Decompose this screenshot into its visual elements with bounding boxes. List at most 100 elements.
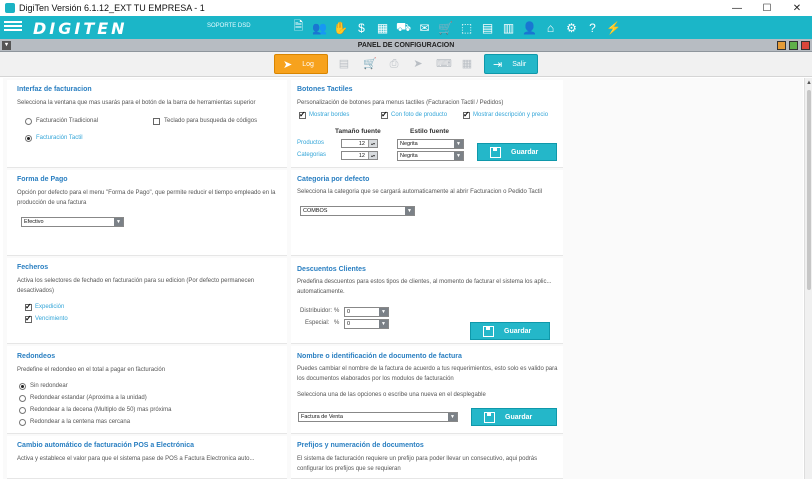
section-title: Nombre o identificación de documento de … — [297, 353, 462, 360]
percent-label: % — [334, 308, 340, 314]
keyboard-icon[interactable]: ⌨ — [436, 58, 452, 70]
cart-icon[interactable]: 🛒 — [363, 58, 377, 70]
radio-facturacion-tradicional[interactable] — [25, 118, 32, 125]
exit-button[interactable]: ⇥ Salir — [484, 54, 538, 74]
radio-redondear-estandar[interactable] — [19, 395, 26, 402]
printer-icon[interactable]: ⎙ — [387, 58, 401, 70]
hamburger-menu-icon[interactable] — [4, 19, 22, 35]
chart-icon[interactable]: ▥ — [500, 19, 517, 36]
section-categoria: Categoria por defecto Selecciona la cate… — [291, 170, 563, 256]
radio-label: Facturación Tradicional — [36, 118, 99, 124]
radio-label: Redondear a la centena mas cercana — [30, 419, 131, 425]
radio-label: Redondear estandar (Aproxima a la unidad… — [30, 395, 147, 401]
checkbox-label: Mostrar bordes — [309, 112, 350, 118]
section-pos: Cambio automático de facturación POS a E… — [7, 436, 287, 479]
guardar-label: Guardar — [505, 413, 533, 421]
scroll-up-icon[interactable]: ▲ — [806, 80, 812, 86]
toolbar-icons: 🗎 👥 ✋ $ ▦ ⛟ ✉ 🛒 ⬚ ▤ ▥ 👤 ⌂ ⚙ ? ⚡ — [290, 19, 622, 36]
panel-maximize-button[interactable] — [789, 41, 798, 50]
section-title: Cambio automático de facturación POS a E… — [17, 442, 194, 449]
panel-minimize-button[interactable] — [777, 41, 786, 50]
section-title: Categoria por defecto — [297, 176, 370, 183]
productos-style-select[interactable]: Negrita ▼ — [397, 139, 464, 149]
gear-icon[interactable]: ⚙ — [563, 19, 580, 36]
nombre-documento-select[interactable]: Factura de Venta ▼ — [298, 412, 458, 422]
panel-toolbar: ➤ Log ▤ 🛒 ⎙ ➤ ⌨ ▦ ⇥ Salir — [0, 52, 812, 77]
scroll-thumb[interactable] — [807, 90, 811, 290]
radio-facturacion-tactil[interactable] — [25, 135, 32, 142]
section-desc: Activa y establece el valor para que el … — [17, 456, 255, 462]
guardar-descuentos-button[interactable]: Guardar — [470, 322, 550, 340]
section-title: Interfaz de facturacion — [17, 86, 92, 93]
money-icon[interactable]: $ — [353, 19, 370, 36]
radio-label: Facturación Tactil — [36, 135, 83, 141]
document-icon[interactable]: ▤ — [337, 58, 351, 70]
categorias-style-select[interactable]: Negrita ▼ — [397, 151, 464, 161]
users-icon[interactable]: 👥 — [311, 19, 328, 36]
checkbox-label: Vencimiento — [35, 316, 68, 322]
distribuidor-label: Distribuidor: — [300, 308, 333, 314]
section-fecheros: Fecheros Activa los selectores de fechad… — [7, 258, 287, 344]
guardar-botones-button[interactable]: Guardar — [477, 143, 557, 161]
maximize-button[interactable]: ☐ — [752, 0, 782, 16]
especial-label: Especial: — [305, 320, 330, 326]
checkbox-descripcion-precio[interactable] — [463, 110, 470, 119]
radio-redondear-centena[interactable] — [19, 419, 26, 426]
config-content: Interfaz de facturacion Selecciona la ve… — [3, 78, 803, 479]
help-icon[interactable]: ? — [584, 19, 601, 36]
categoria-select[interactable]: COMBOS ▼ — [300, 206, 415, 216]
inventory-icon[interactable]: ▦ — [374, 19, 391, 36]
checkbox-vencimiento[interactable] — [25, 314, 32, 323]
section-title: Descuentos Clientes — [297, 266, 366, 273]
cart-icon[interactable]: 🛒 — [437, 19, 454, 36]
checkbox-teclado[interactable] — [153, 118, 160, 125]
floppy-icon — [483, 325, 494, 337]
panel-header: ▾ PANEL DE CONFIGURACION — [0, 39, 812, 52]
section-title: Prefijos y numeración de documentos — [297, 442, 424, 449]
checkbox-label: Expedición — [35, 304, 65, 310]
distribuidor-select[interactable]: 0 ▼ — [344, 307, 389, 317]
radio-sin-redondear[interactable] — [19, 383, 26, 390]
document-icon[interactable]: ▤ — [479, 19, 496, 36]
section-desc: Predefine el redondeo en el total a paga… — [17, 367, 166, 373]
exit-door-icon: ⇥ — [493, 58, 503, 71]
categorias-size-input[interactable]: 12 ▴▾ — [341, 151, 378, 160]
main-toolbar: DIGITEN SOPORTE DSD 🗎 👥 ✋ $ ▦ ⛟ ✉ 🛒 ⬚ ▤ … — [0, 16, 812, 39]
log-label: Log — [302, 60, 314, 68]
section-hint: Selecciona una de las opciones o escribe… — [297, 392, 486, 398]
checkbox-mostrar-bordes[interactable] — [299, 110, 306, 119]
section-nombre-documento: Nombre o identificación de documento de … — [291, 346, 563, 434]
checkbox-expedicion[interactable] — [25, 302, 32, 311]
guardar-nombre-button[interactable]: Guardar — [471, 408, 557, 426]
radio-redondear-decena[interactable] — [19, 407, 26, 414]
bank-icon[interactable]: ⌂ — [542, 19, 559, 36]
boxes-icon[interactable]: ⬚ — [458, 19, 475, 36]
send-icon[interactable]: ➤ — [411, 58, 425, 70]
panel-close-button[interactable] — [801, 41, 810, 50]
soporte-link[interactable]: SOPORTE DSD — [207, 23, 251, 29]
guardar-label: Guardar — [504, 327, 532, 335]
floppy-icon — [490, 146, 501, 158]
truck-icon[interactable]: ⛟ — [395, 19, 412, 36]
section-botones: Botones Tactiles Personalización de boto… — [291, 80, 563, 168]
vertical-scrollbar[interactable]: ▲ — [804, 78, 812, 479]
plug-icon[interactable]: ⚡ — [605, 19, 622, 36]
especial-select[interactable]: 0 ▼ — [344, 319, 389, 329]
grid-icon[interactable]: ▦ — [460, 58, 474, 70]
floppy-icon — [484, 411, 495, 423]
close-button[interactable]: ✕ — [782, 0, 812, 16]
productos-size-input[interactable]: 12 ▴▾ — [341, 139, 378, 148]
collapse-arrow-icon[interactable]: ▾ — [2, 41, 11, 50]
invoice-icon[interactable]: 🗎 — [290, 19, 307, 36]
checkbox-foto-producto[interactable] — [381, 110, 388, 119]
digiten-logo: DIGITEN — [33, 19, 128, 38]
minimize-button[interactable]: — — [722, 0, 752, 16]
radio-label: Redondear a la decena (Multiplo de 50) m… — [30, 407, 172, 413]
employee-icon[interactable]: 👤 — [521, 19, 538, 36]
forma-pago-select[interactable]: Efectivo ▼ — [21, 217, 124, 227]
purchase-icon[interactable]: ✉ — [416, 19, 433, 36]
section-desc: Personalización de botones para menus ta… — [297, 100, 504, 106]
log-button[interactable]: ➤ Log — [274, 54, 328, 74]
section-redondeos: Redondeos Predefine el redondeo en el to… — [7, 346, 287, 434]
handshake-icon[interactable]: ✋ — [332, 19, 349, 36]
